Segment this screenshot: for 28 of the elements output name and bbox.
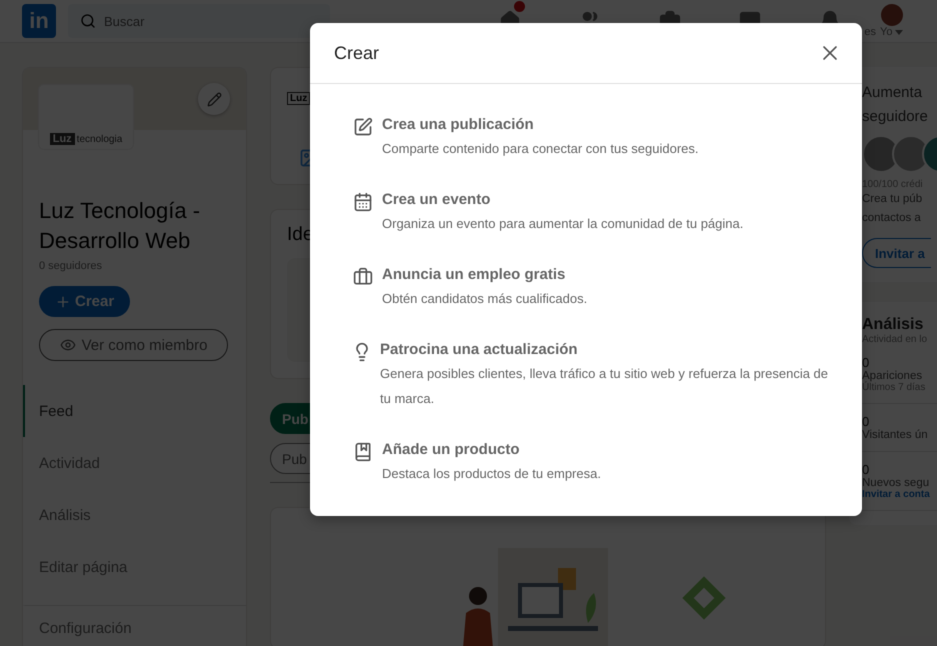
dialog-title: Crear xyxy=(334,42,380,64)
create-option[interactable]: Anuncia un empleo gratis Obtén candidatos más cualificados. xyxy=(352,250,862,325)
briefcase-icon xyxy=(353,267,373,287)
option-title: Crea un evento xyxy=(382,190,492,210)
option-description: Genera posibles clientes, lleva tráfico a tu sitio web y refuerza la presencia de tu marca. xyxy=(380,365,830,408)
option-title: Crea una publicación xyxy=(382,115,535,135)
calendar-icon xyxy=(353,192,373,212)
create-option[interactable]: Crea un evento Organiza un evento para aumentar la comunidad de tu página. xyxy=(352,175,862,250)
create-option[interactable]: Patrocina una actualización Genera posibles clientes, lleva tráfico a tu sitio web y refuerza la presencia de tu marca. xyxy=(352,325,862,425)
create-option[interactable]: Añade un producto Destaca los productos de tu empresa. xyxy=(352,425,862,500)
stat-value: 0 xyxy=(862,462,870,477)
company-name: Luz Tecnología - Desarrollo Web xyxy=(39,197,202,255)
create-option[interactable]: Crea una publicación Comparte contenido para conectar con tus seguidores. xyxy=(352,100,862,175)
book-icon xyxy=(353,442,373,462)
option-title: Añade un producto xyxy=(382,440,520,460)
analytics-title: Análisis xyxy=(862,316,924,334)
option-description: Organiza un evento para aumentar la comunidad de tu página. xyxy=(382,215,744,233)
stat-value: 0 xyxy=(862,355,870,370)
promo-title: seguidore xyxy=(862,107,928,127)
stat-value: 0 xyxy=(862,414,870,429)
pencil-square-icon xyxy=(353,117,373,137)
option-title: Anuncia un empleo gratis xyxy=(382,265,566,285)
option-description: Destaca los productos de tu empresa. xyxy=(382,465,601,483)
option-description: Obtén candidatos más cualificados. xyxy=(382,290,588,308)
promo-title: Aumenta xyxy=(862,83,922,103)
invite-link[interactable]: Invitar a conta xyxy=(862,489,930,500)
option-description: Comparte contenido para conectar con tus seguidores. xyxy=(382,140,699,158)
option-title: Patrocina una actualización xyxy=(380,340,579,360)
